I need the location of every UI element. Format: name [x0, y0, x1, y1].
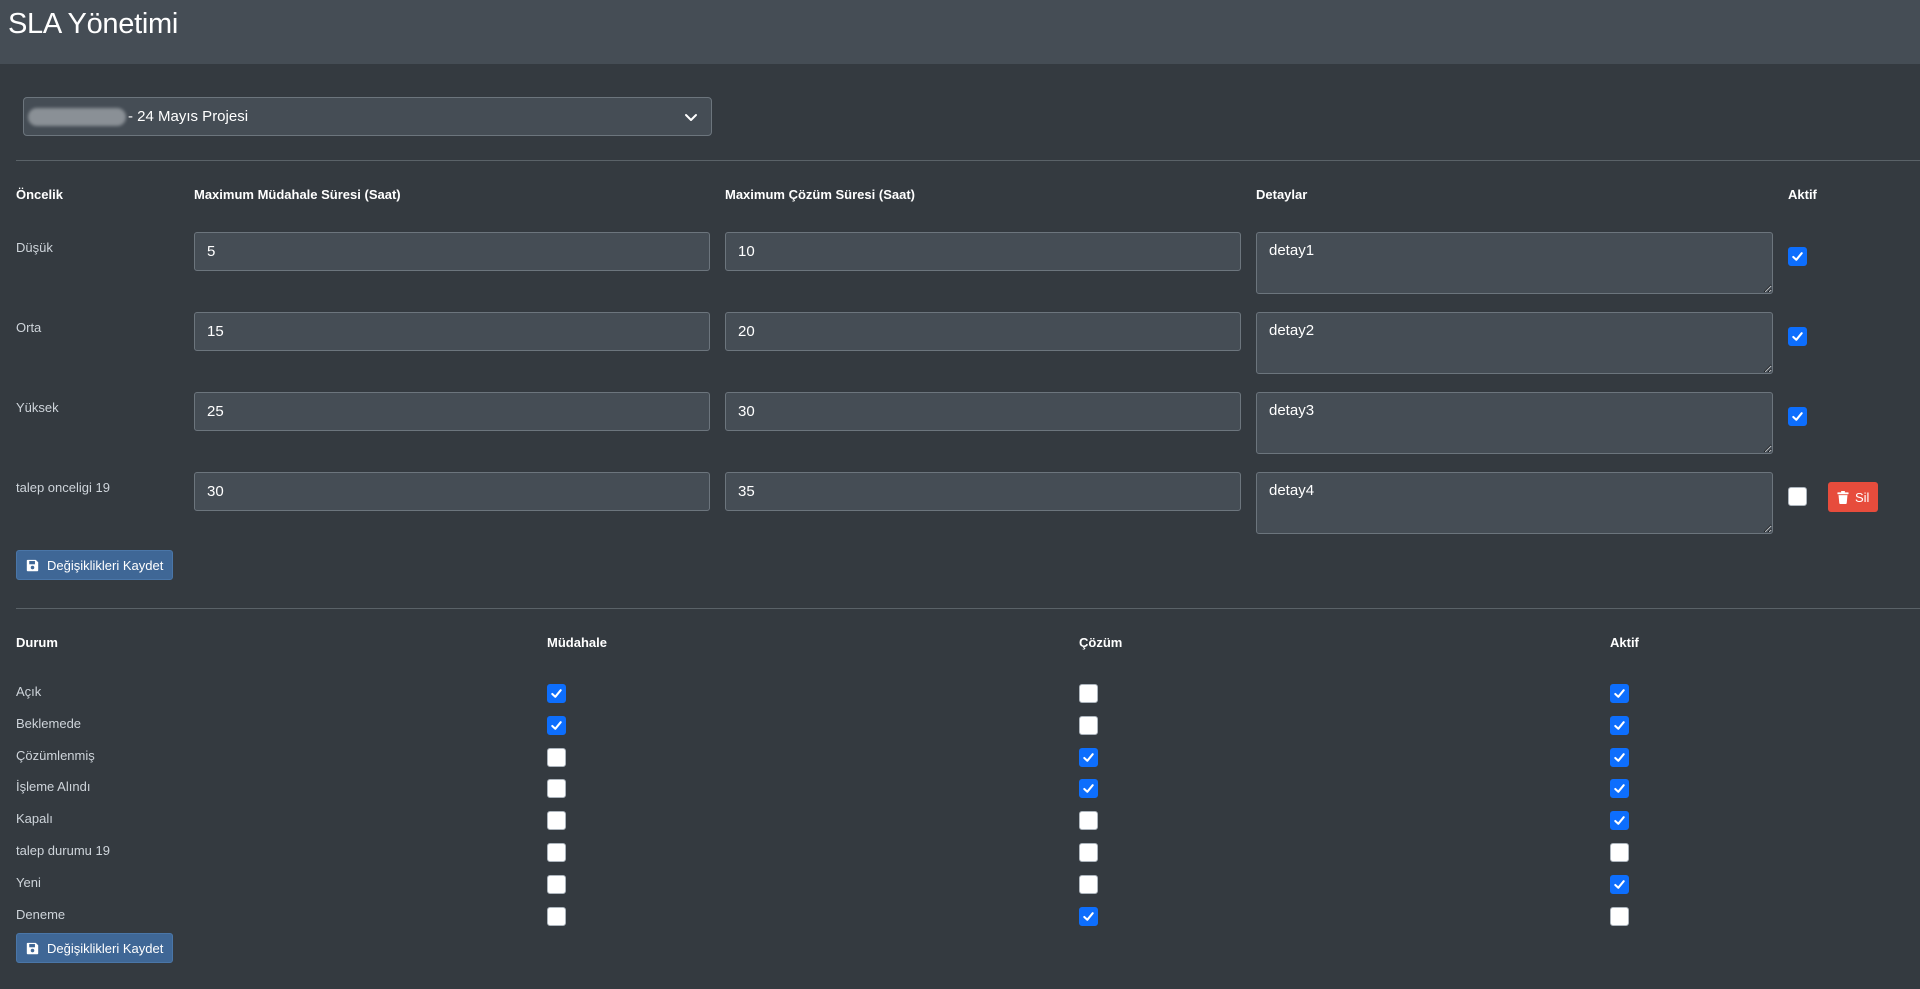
- priority-name: Yüksek: [16, 400, 59, 415]
- response-time-input[interactable]: [194, 312, 710, 351]
- response-time-input[interactable]: [194, 232, 710, 271]
- priority-name: talep onceligi 19: [16, 480, 110, 495]
- status-name: Kapalı: [16, 811, 53, 826]
- status-active-checkbox[interactable]: [1610, 716, 1629, 735]
- check-icon: [551, 721, 562, 730]
- header-priority: Öncelik: [16, 187, 63, 202]
- status-response-checkbox[interactable]: [547, 907, 566, 926]
- status-name: Beklemede: [16, 716, 82, 731]
- status-response-checkbox[interactable]: [547, 875, 566, 894]
- status-active-checkbox[interactable]: [1610, 843, 1629, 862]
- header-status-active: Aktif: [1610, 635, 1639, 650]
- check-icon: [1792, 332, 1803, 341]
- status-resolution-checkbox[interactable]: [1079, 843, 1098, 862]
- status-name: Açık: [16, 684, 42, 699]
- redacted-project-name: [28, 107, 126, 126]
- check-icon: [1083, 912, 1094, 921]
- status-name: Deneme: [16, 907, 66, 922]
- priority-name: Düşük: [16, 240, 53, 255]
- check-icon: [551, 689, 562, 698]
- check-icon: [1614, 784, 1625, 793]
- save-icon: [26, 559, 39, 571]
- divider: [16, 160, 1920, 161]
- details-textarea[interactable]: detay3: [1256, 392, 1773, 454]
- page-header: SLA Yönetimi: [0, 0, 1920, 64]
- resolution-time-input[interactable]: [725, 232, 1241, 271]
- status-resolution-checkbox[interactable]: [1079, 907, 1098, 926]
- check-icon: [1614, 880, 1625, 889]
- status-response-checkbox[interactable]: [547, 779, 566, 798]
- save-priority-label: Değişiklikleri Kaydet: [47, 557, 164, 573]
- header-status: Durum: [16, 635, 58, 650]
- save-status-label: Değişiklikleri Kaydet: [47, 940, 164, 956]
- divider: [16, 608, 1920, 609]
- check-icon: [1792, 252, 1803, 261]
- response-time-input[interactable]: [194, 392, 710, 431]
- save-priority-button[interactable]: Değişiklikleri Kaydet: [16, 550, 174, 580]
- page-title: SLA Yönetimi: [8, 8, 178, 40]
- header-resolution-time: Maximum Çözüm Süresi (Saat): [725, 187, 915, 202]
- response-time-input[interactable]: [194, 472, 710, 511]
- header-active: Aktif: [1788, 187, 1817, 202]
- status-response-checkbox[interactable]: [547, 748, 566, 767]
- trash-icon: [1837, 490, 1849, 504]
- status-active-checkbox[interactable]: [1610, 875, 1629, 894]
- check-icon: [1083, 784, 1094, 793]
- status-active-checkbox[interactable]: [1610, 748, 1629, 767]
- check-icon: [1614, 816, 1625, 825]
- delete-button[interactable]: Sil: [1828, 482, 1879, 512]
- status-name: İşleme Alındı: [16, 779, 91, 794]
- status-resolution-checkbox[interactable]: [1079, 779, 1098, 798]
- status-resolution-checkbox[interactable]: [1079, 684, 1098, 703]
- status-response-checkbox[interactable]: [547, 811, 566, 830]
- resolution-time-input[interactable]: [725, 472, 1241, 511]
- check-icon: [1614, 753, 1625, 762]
- priority-active-checkbox[interactable]: [1788, 247, 1807, 266]
- resolution-time-input[interactable]: [725, 392, 1241, 431]
- status-resolution-checkbox[interactable]: [1079, 875, 1098, 894]
- header-response-time: Maximum Müdahale Süresi (Saat): [194, 187, 401, 202]
- project-select[interactable]: - 24 Mayıs Projesi: [23, 97, 712, 136]
- check-icon: [1614, 689, 1625, 698]
- check-icon: [1083, 753, 1094, 762]
- status-resolution-checkbox[interactable]: [1079, 716, 1098, 735]
- delete-label: Sil: [1855, 489, 1870, 505]
- chevron-down-icon: [685, 113, 697, 121]
- save-status-button[interactable]: Değişiklikleri Kaydet: [16, 933, 174, 963]
- resolution-time-input[interactable]: [725, 312, 1241, 351]
- status-response-checkbox[interactable]: [547, 684, 566, 703]
- save-icon: [26, 942, 39, 954]
- status-active-checkbox[interactable]: [1610, 907, 1629, 926]
- status-response-checkbox[interactable]: [547, 716, 566, 735]
- details-textarea[interactable]: detay2: [1256, 312, 1773, 374]
- status-active-checkbox[interactable]: [1610, 811, 1629, 830]
- status-resolution-checkbox[interactable]: [1079, 811, 1098, 830]
- priority-active-checkbox[interactable]: [1788, 327, 1807, 346]
- header-details: Detaylar: [1256, 187, 1308, 202]
- priority-name: Orta: [16, 320, 42, 335]
- status-active-checkbox[interactable]: [1610, 779, 1629, 798]
- details-textarea[interactable]: detay4: [1256, 472, 1773, 534]
- check-icon: [1614, 721, 1625, 730]
- project-select-value: - 24 Mayıs Projesi: [128, 108, 249, 125]
- status-response-checkbox[interactable]: [547, 843, 566, 862]
- priority-active-checkbox[interactable]: [1788, 487, 1807, 506]
- check-icon: [1792, 412, 1803, 421]
- status-name: Çözümlenmiş: [16, 748, 95, 763]
- header-resolution: Çözüm: [1079, 635, 1123, 650]
- status-resolution-checkbox[interactable]: [1079, 748, 1098, 767]
- priority-active-checkbox[interactable]: [1788, 407, 1807, 426]
- status-name: talep durumu 19: [16, 843, 110, 858]
- details-textarea[interactable]: detay1: [1256, 232, 1773, 294]
- status-name: Yeni: [16, 875, 41, 890]
- header-response: Müdahale: [547, 635, 607, 650]
- status-active-checkbox[interactable]: [1610, 684, 1629, 703]
